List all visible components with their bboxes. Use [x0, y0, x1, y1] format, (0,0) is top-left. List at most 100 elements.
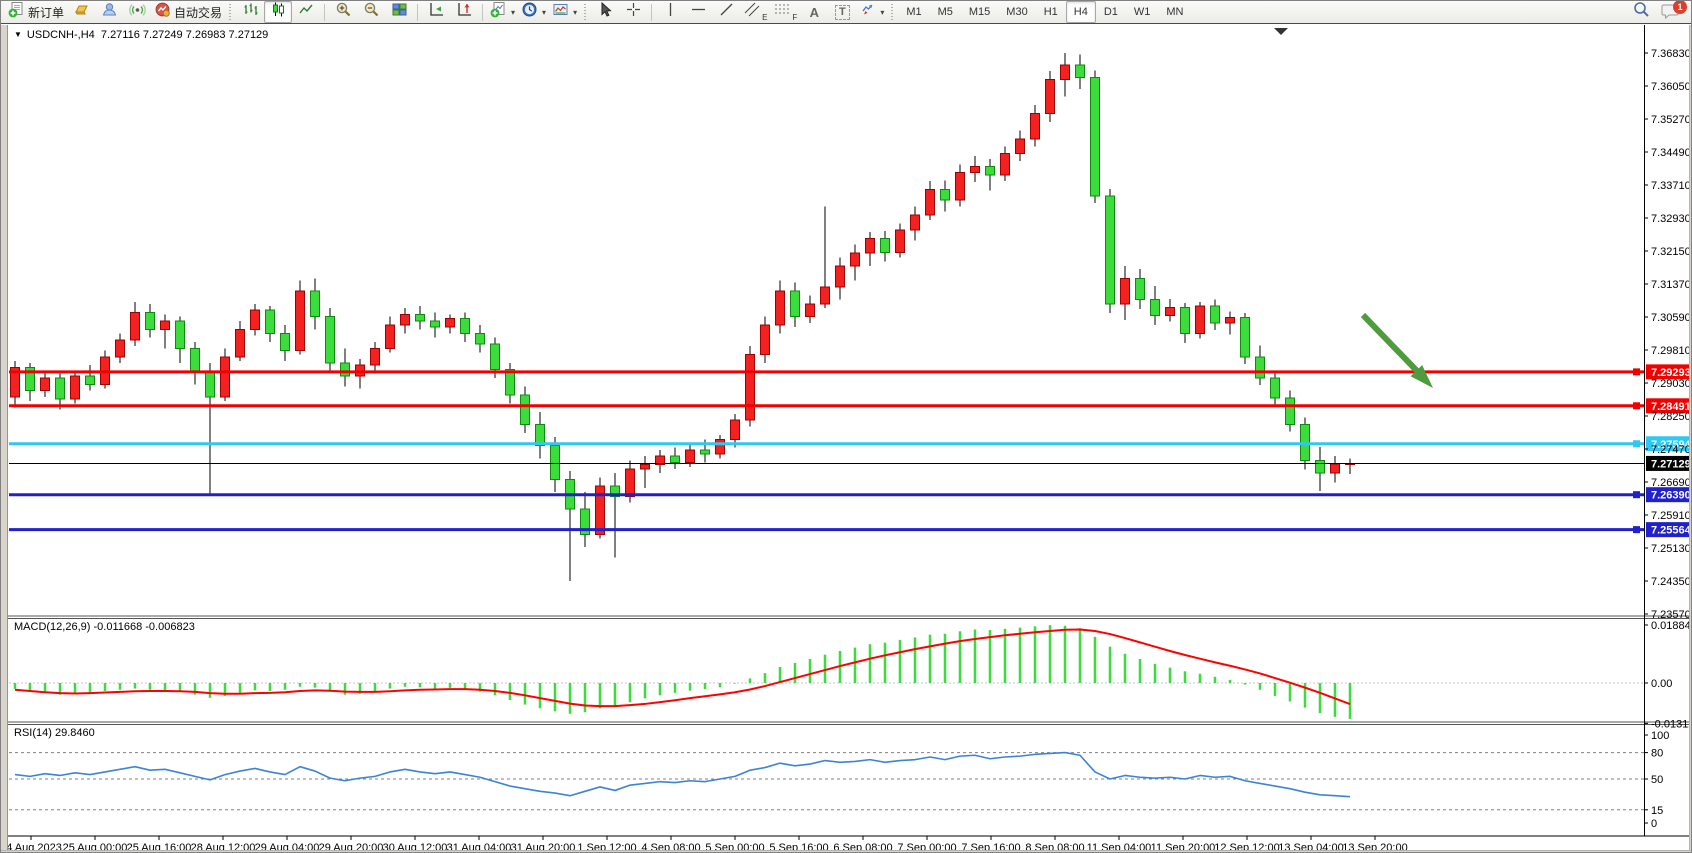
collapse-triangle-icon[interactable]: ▼ [14, 30, 22, 39]
axes-layer: 7.368307.360507.352707.344907.337107.329… [1, 25, 1692, 853]
search-icon[interactable] [1632, 0, 1651, 24]
svg-text:7.32150: 7.32150 [1651, 246, 1691, 258]
timeframe-button-h4[interactable]: H4 [1066, 1, 1096, 23]
indicators-icon [490, 1, 507, 23]
candlestick-chart[interactable] [11, 53, 1355, 581]
toolbar-drag-handle[interactable] [890, 4, 895, 20]
arrows-icon [859, 1, 876, 23]
macd-values: -0.011668 -0.006823 [93, 621, 194, 633]
auto-scroll-button[interactable] [422, 1, 450, 23]
svg-text:7.25910: 7.25910 [1651, 510, 1691, 522]
svg-text:7.25130: 7.25130 [1651, 543, 1691, 555]
toolbar-drag-handle[interactable] [583, 4, 588, 20]
templates-caret: ▾ [573, 8, 577, 17]
grid-layer [9, 683, 1644, 810]
community-icon [101, 1, 118, 23]
mt4-window: 新订单 自动交易 [0, 0, 1692, 853]
timeframe-button-m1[interactable]: M1 [898, 1, 929, 23]
arrow-annotation[interactable] [1363, 315, 1433, 388]
svg-text:7.36050: 7.36050 [1651, 81, 1691, 93]
zoom-in-button[interactable] [329, 1, 357, 23]
svg-text:7.24350: 7.24350 [1651, 576, 1691, 588]
market-button[interactable] [67, 1, 95, 23]
horizontal-line-button[interactable] [684, 1, 712, 23]
svg-text:7.32930: 7.32930 [1651, 213, 1691, 225]
macd-label: MACD(12,26,9) -0.011668 -0.006823 [14, 621, 195, 633]
channel-button[interactable]: E [740, 1, 770, 23]
timeframe-button-m5[interactable]: M5 [930, 1, 961, 23]
vertical-line-button[interactable] [656, 1, 684, 23]
signals-icon [129, 1, 146, 23]
arrows-button[interactable]: ▾ [856, 1, 887, 23]
chart-shift-button[interactable] [450, 1, 478, 23]
text-label-icon: T [835, 5, 850, 20]
svg-text:7.28250: 7.28250 [1651, 411, 1691, 423]
toolbar-separator [482, 4, 483, 21]
indicators-button[interactable]: ▾ [487, 1, 518, 23]
chart-canvas: 7.292937.284917.275947.263907.255647.271… [1, 25, 1692, 853]
new-order-icon [8, 1, 25, 23]
svg-text:7.29030: 7.29030 [1651, 378, 1691, 390]
timeframe-button-m30[interactable]: M30 [998, 1, 1035, 23]
chat-button[interactable]: 1 [1661, 2, 1683, 22]
svg-text:7.26390: 7.26390 [1651, 490, 1691, 502]
toolbar-drag-handle[interactable] [228, 4, 233, 20]
horizontal-line-icon [690, 1, 707, 23]
text-tool-icon: A [810, 5, 819, 20]
fibonacci-letter: F [792, 13, 797, 22]
toolbar-separator [417, 4, 418, 21]
fibonacci-icon [773, 1, 792, 23]
svg-text:7.30590: 7.30590 [1651, 312, 1691, 324]
trendline-button[interactable] [712, 1, 740, 23]
line-chart-button[interactable] [292, 1, 320, 23]
rsi-name: RSI(14) [14, 727, 52, 739]
price-level-lines[interactable]: 7.292937.284917.275947.263907.255647.271… [9, 364, 1692, 537]
auto-trading-label: 自动交易 [174, 4, 222, 21]
svg-text:80: 80 [1651, 748, 1663, 760]
timeframe-button-w1[interactable]: W1 [1126, 1, 1159, 23]
chat-badge: 1 [1673, 0, 1687, 14]
cursor-button[interactable] [591, 1, 619, 23]
text-label-button[interactable]: T [828, 1, 856, 23]
bar-chart-button[interactable] [236, 1, 264, 23]
periods-caret: ▾ [542, 8, 546, 17]
chart-symbol-period: USDCNH-,H4 [27, 29, 95, 41]
channel-letter: E [762, 13, 767, 22]
auto-trading-button[interactable]: 自动交易 [151, 1, 225, 23]
zoom-out-button[interactable] [357, 1, 385, 23]
rsi-panel[interactable] [15, 753, 1350, 797]
tile-windows-button[interactable] [385, 1, 413, 23]
timeframe-button-d1[interactable]: D1 [1096, 1, 1126, 23]
svg-text:7.29810: 7.29810 [1651, 345, 1691, 357]
periods-button[interactable]: ▾ [518, 1, 549, 23]
toolbar-separator [651, 4, 652, 21]
candlestick-chart-button[interactable] [264, 1, 292, 23]
chart-title: ▼USDCNH-,H4 7.27116 7.27249 7.26983 7.27… [14, 29, 268, 41]
community-button[interactable] [95, 1, 123, 23]
svg-text:7.34490: 7.34490 [1651, 147, 1691, 159]
svg-text:0.01884: 0.01884 [1651, 620, 1691, 632]
timeframe-button-h1[interactable]: H1 [1036, 1, 1066, 23]
svg-text:15: 15 [1651, 805, 1663, 817]
rsi-value: 29.8460 [55, 727, 95, 739]
arrows-caret: ▾ [880, 8, 884, 17]
auto-trading-icon [154, 1, 171, 23]
new-order-button[interactable]: 新订单 [5, 1, 67, 23]
indicators-caret: ▾ [511, 8, 515, 17]
candlestick-chart-icon [270, 1, 287, 23]
templates-button[interactable]: ▾ [549, 1, 580, 23]
window-frame-left [1, 25, 8, 853]
timeframe-button-mn[interactable]: MN [1158, 1, 1191, 23]
timeframe-button-m15[interactable]: M15 [961, 1, 998, 23]
svg-text:7.25564: 7.25564 [1651, 525, 1692, 537]
crosshair-button[interactable] [619, 1, 647, 23]
signals-button[interactable] [123, 1, 151, 23]
text-tool-button[interactable]: A [800, 1, 828, 23]
svg-text:50: 50 [1651, 774, 1663, 786]
fibonacci-button[interactable]: F [770, 1, 800, 23]
toolbar-separator [324, 4, 325, 21]
macd-panel[interactable] [15, 625, 1350, 719]
svg-text:0.00: 0.00 [1651, 678, 1672, 690]
svg-text:7.27129: 7.27129 [1651, 458, 1691, 470]
templates-icon [552, 1, 569, 23]
